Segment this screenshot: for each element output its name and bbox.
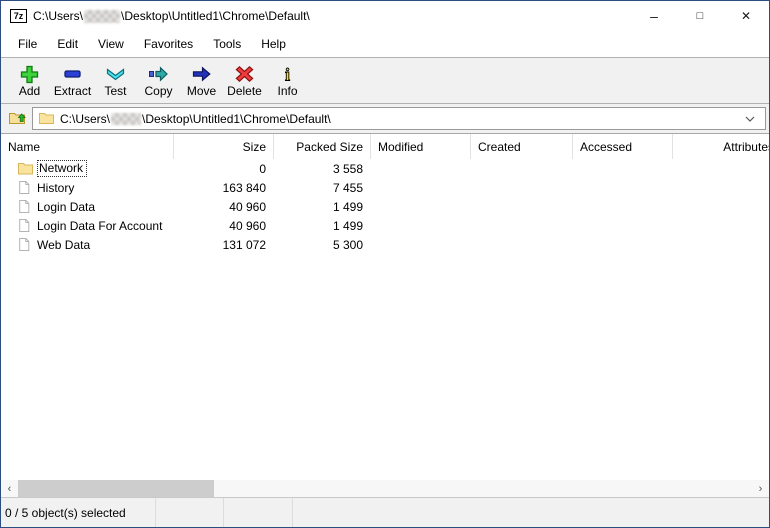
up-one-level-button[interactable] [3,106,32,132]
column-header-packed-size[interactable]: Packed Size [274,134,371,159]
file-icon [18,237,33,252]
table-row-login-data[interactable]: Login Data 40 960 1 499 [1,197,769,216]
add-button[interactable]: Add [8,64,51,98]
menubar: File Edit View Favorites Tools Help [1,31,769,57]
toolbar: Add Extract Test Copy Move Delete i Info [1,57,769,104]
menu-view[interactable]: View [88,33,134,55]
statusbar-pane [156,498,224,527]
file-packed-size: 7 455 [274,181,371,195]
toolbar-button-label: Test [104,85,126,98]
info-button[interactable]: i Info [266,64,309,98]
test-button[interactable]: Test [94,64,137,98]
toolbar-button-label: Add [19,85,40,98]
app-7zip-icon: 7z [10,9,27,23]
file-name: Login Data [37,200,95,214]
file-packed-size: 1 499 [274,219,371,233]
table-row-login-data-for-account[interactable]: Login Data For Account 40 960 1 499 [1,216,769,235]
file-icon [18,199,33,214]
menu-file[interactable]: File [8,33,47,55]
7zip-file-manager-window: 7z C:\Users\ \Desktop\Untitled1\Chrome\De… [0,0,770,528]
file-name: Web Data [37,238,90,252]
minimize-button[interactable]: – [631,1,677,31]
titlebar: 7z C:\Users\ \Desktop\Untitled1\Chrome\De… [1,1,769,31]
menu-favorites[interactable]: Favorites [134,33,203,55]
file-rows: Network 0 3 558 History 163 840 7 455 Lo… [1,159,769,480]
statusbar-pane [293,498,769,527]
folder-up-icon [8,109,28,129]
svg-text:i: i [285,64,290,84]
folder-icon [18,162,33,175]
delete-button[interactable]: Delete [223,64,266,98]
column-header-size[interactable]: Size [174,134,274,159]
minimize-icon: – [650,8,658,24]
move-arrow-icon [191,64,212,84]
menu-tools[interactable]: Tools [203,33,251,55]
folder-icon [39,111,54,127]
selection-status: 0 / 5 object(s) selected [1,498,156,527]
file-size: 40 960 [174,219,274,233]
file-list-view: Name Size Packed Size Modified Created A… [1,134,769,497]
column-header-name[interactable]: Name [1,134,174,159]
file-packed-size: 3 558 [274,162,371,176]
file-packed-size: 1 499 [274,200,371,214]
delete-x-icon [234,64,255,84]
close-icon: ✕ [741,9,751,23]
toolbar-button-label: Info [277,85,297,98]
title-path-suffix: \Desktop\Untitled1\Chrome\Default\ [121,9,310,23]
horizontal-scrollbar: ‹ › [1,480,769,497]
file-name: Network [37,160,87,177]
file-icon [18,180,33,195]
addressbar: C:\Users\ \Desktop\Untitled1\Chrome\Defau… [1,104,769,134]
maximize-button[interactable]: □ [677,1,723,31]
redacted-username [84,10,120,23]
file-name: History [37,181,74,195]
add-plus-icon [19,64,40,84]
redacted-username [111,113,141,125]
column-header-modified[interactable]: Modified [371,134,471,159]
scroll-right-icon[interactable]: › [752,480,769,497]
statusbar-pane [224,498,293,527]
move-button[interactable]: Move [180,64,223,98]
test-check-icon [105,64,126,84]
address-path: C:\Users\ \Desktop\Untitled1\Chrome\Defau… [60,112,331,126]
file-size: 40 960 [174,200,274,214]
toolbar-button-label: Extract [54,85,91,98]
address-path-suffix: \Desktop\Untitled1\Chrome\Default\ [142,112,331,126]
column-header-accessed[interactable]: Accessed [573,134,673,159]
table-row-network[interactable]: Network 0 3 558 [1,159,769,178]
scrollbar-thumb[interactable] [18,480,214,497]
window-title: C:\Users\ \Desktop\Untitled1\Chrome\Defau… [33,9,310,23]
statusbar: 0 / 5 object(s) selected [1,497,769,527]
toolbar-button-label: Copy [144,85,172,98]
menu-help[interactable]: Help [251,33,296,55]
caption-buttons: – □ ✕ [631,1,769,31]
table-row-web-data[interactable]: Web Data 131 072 5 300 [1,235,769,254]
file-name: Login Data For Account [37,219,162,233]
address-combobox[interactable]: C:\Users\ \Desktop\Untitled1\Chrome\Defau… [32,107,766,130]
toolbar-button-label: Move [187,85,216,98]
file-size: 163 840 [174,181,274,195]
chevron-down-icon[interactable] [737,116,763,122]
extract-button[interactable]: Extract [51,64,94,98]
table-row-history[interactable]: History 163 840 7 455 [1,178,769,197]
address-path-prefix: C:\Users\ [60,112,110,126]
file-packed-size: 5 300 [274,238,371,252]
menu-edit[interactable]: Edit [47,33,88,55]
column-header-created[interactable]: Created [471,134,573,159]
info-icon: i [277,64,298,84]
column-headers: Name Size Packed Size Modified Created A… [1,134,769,159]
file-size: 131 072 [174,238,274,252]
column-header-attributes[interactable]: Attributes [673,134,769,159]
scrollbar-track[interactable] [18,480,752,497]
close-button[interactable]: ✕ [723,1,769,31]
extract-bar-icon [62,64,83,84]
copy-arrow-icon [148,64,169,84]
copy-button[interactable]: Copy [137,64,180,98]
scroll-left-icon[interactable]: ‹ [1,480,18,497]
file-icon [18,218,33,233]
maximize-icon: □ [697,10,704,22]
toolbar-button-label: Delete [227,85,262,98]
title-path-prefix: C:\Users\ [33,9,83,23]
file-size: 0 [174,162,274,176]
